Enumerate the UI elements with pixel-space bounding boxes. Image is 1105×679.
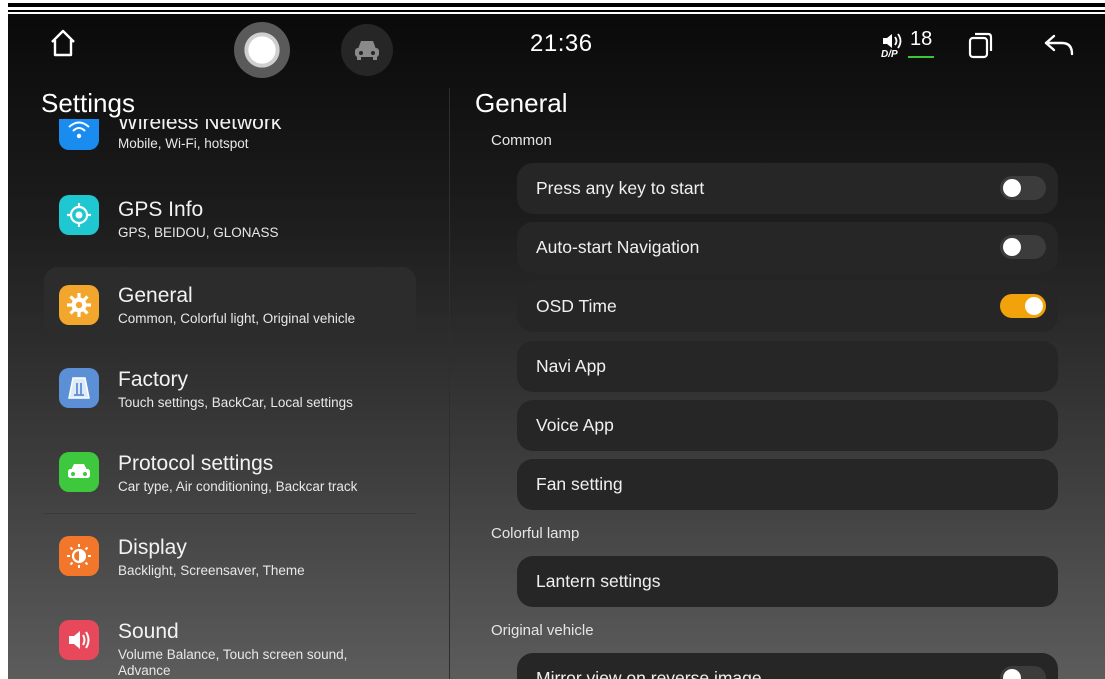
row-label: Auto-start Navigation <box>536 237 700 257</box>
menu-item-subtitle: GPS, BEIDOU, GLONASS <box>118 225 279 240</box>
toggle-knob <box>1003 669 1021 679</box>
toggle-knob <box>1003 238 1021 256</box>
volume-value: 18 <box>910 28 933 50</box>
mirror-view-toggle[interactable] <box>1000 666 1046 679</box>
row-label: Voice App <box>536 415 614 435</box>
volume-indicator <box>908 56 934 58</box>
panel-divider <box>449 88 450 679</box>
row-press-any-key-to-start[interactable]: Press any key to start <box>517 163 1058 214</box>
settings-title: Settings <box>41 88 135 118</box>
menu-item-subtitle: Touch settings, BackCar, Local settings <box>118 395 353 410</box>
row-label: Mirror view on reverse image <box>536 668 762 679</box>
row-fan-setting[interactable]: Fan setting <box>517 459 1058 510</box>
settings-category-list[interactable]: Wireless Network Mobile, Wi-Fi, hotspot … <box>44 119 418 679</box>
menu-item-title: Protocol settings <box>118 452 274 475</box>
gps-icon <box>59 195 99 235</box>
row-label: Navi App <box>536 356 607 376</box>
head-unit-screen: 21:36 D/P 18 Settings Wireless Network M… <box>8 14 1105 679</box>
auto-start-navigation-toggle[interactable] <box>1000 235 1046 259</box>
factory-icon <box>59 368 99 408</box>
top-border-line-thin <box>8 10 1105 12</box>
back-icon[interactable] <box>1042 30 1076 60</box>
menu-item-title: Wireless Network <box>118 119 282 134</box>
row-label: Press any key to start <box>536 178 705 198</box>
assistant-button[interactable] <box>234 22 290 78</box>
menu-item-protocol-settings[interactable]: Protocol settings Car type, Air conditio… <box>44 435 416 511</box>
menu-item-subtitle: Common, Colorful light, Original vehicle <box>118 311 356 326</box>
menu-item-sound[interactable]: Sound Volume Balance, Touch screen sound… <box>44 603 416 679</box>
row-label: Lantern settings <box>536 571 661 591</box>
top-border-line <box>8 3 1105 7</box>
dsp-label: D/P <box>881 49 898 60</box>
menu-item-subtitle: Backlight, Screensaver, Theme <box>118 563 305 578</box>
toggle-knob <box>1025 297 1043 315</box>
menu-item-display[interactable]: Display Backlight, Screensaver, Theme <box>44 519 416 595</box>
menu-item-subtitle: Mobile, Wi-Fi, hotspot <box>118 136 249 151</box>
row-label: OSD Time <box>536 296 617 316</box>
menu-item-title: Factory <box>118 368 189 391</box>
row-voice-app[interactable]: Voice App <box>517 400 1058 451</box>
menu-item-title: Sound <box>118 620 179 643</box>
row-auto-start-navigation[interactable]: Auto-start Navigation <box>517 222 1058 273</box>
gear-icon <box>59 285 99 325</box>
row-navi-app[interactable]: Navi App <box>517 341 1058 392</box>
car-icon[interactable] <box>341 24 393 76</box>
home-icon[interactable] <box>46 26 80 60</box>
menu-item-general[interactable]: General Common, Colorful light, Original… <box>44 267 416 343</box>
section-label-original-vehicle: Original vehicle <box>491 622 594 639</box>
menu-item-title: GPS Info <box>118 198 204 221</box>
section-label-colorful-lamp: Colorful lamp <box>491 525 580 542</box>
menu-item-subtitle: Car type, Air conditioning, Backcar trac… <box>118 479 358 494</box>
osd-time-toggle[interactable] <box>1000 294 1046 318</box>
menu-item-factory[interactable]: Factory Touch settings, BackCar, Local s… <box>44 351 416 427</box>
press-any-key-toggle[interactable] <box>1000 176 1046 200</box>
menu-item-gps-info[interactable]: GPS Info GPS, BEIDOU, GLONASS <box>44 177 416 253</box>
menu-divider <box>44 513 416 514</box>
menu-item-title: General <box>118 284 193 307</box>
menu-item-title: Display <box>118 536 187 559</box>
brightness-icon <box>59 536 99 576</box>
row-lantern-settings[interactable]: Lantern settings <box>517 556 1058 607</box>
volume-icon[interactable] <box>881 32 903 50</box>
row-mirror-view-on-reverse-image[interactable]: Mirror view on reverse image <box>517 653 1058 679</box>
speaker-icon <box>59 620 99 660</box>
toggle-knob <box>1003 179 1021 197</box>
menu-item-subtitle: Volume Balance, Touch screen sound, Adva… <box>118 647 348 678</box>
row-label: Fan setting <box>536 474 623 494</box>
section-label-common: Common <box>491 132 552 149</box>
wifi-icon <box>59 119 99 150</box>
clock: 21:36 <box>530 30 593 57</box>
general-title: General <box>475 88 568 118</box>
menu-item-wireless-network[interactable]: Wireless Network Mobile, Wi-Fi, hotspot <box>44 119 416 168</box>
car-icon <box>59 452 99 492</box>
general-settings-list[interactable]: Common Press any key to start Auto-start… <box>478 126 1098 679</box>
row-osd-time[interactable]: OSD Time <box>517 281 1058 332</box>
recents-icon[interactable] <box>968 31 994 59</box>
